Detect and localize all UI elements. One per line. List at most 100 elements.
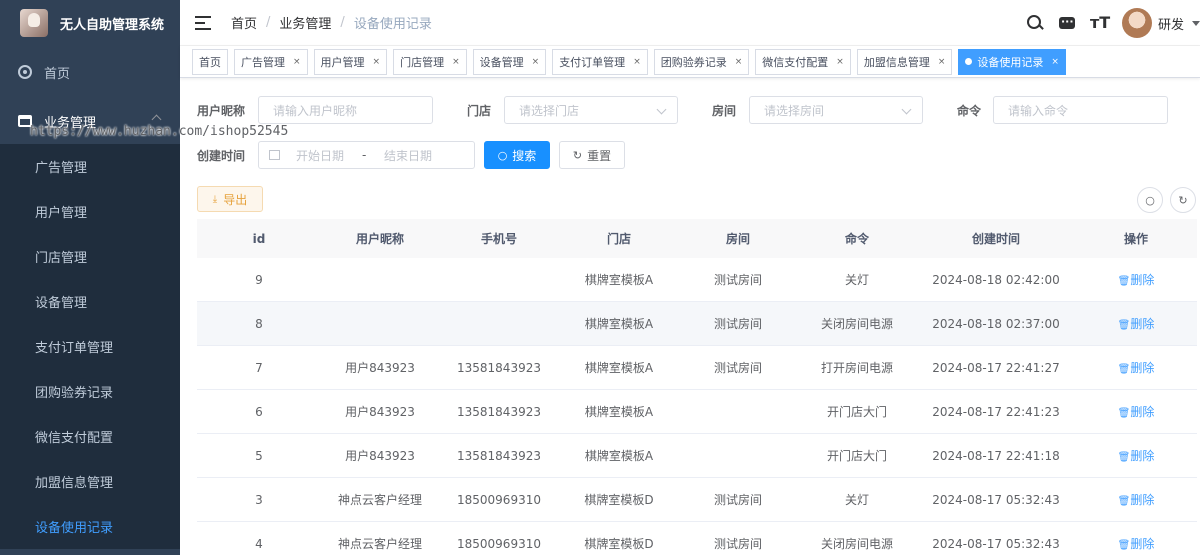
export-button[interactable]: ⤓ 导出 [197,186,263,212]
refresh-button[interactable]: ↻ [1170,187,1196,213]
tag[interactable]: 加盟信息管理 × [856,48,953,75]
close-icon[interactable]: × [293,57,301,67]
user-name[interactable]: 研发 [1158,14,1184,33]
search-form: 用户昵称 请输入用户昵称 门店 请选择门店 房间 请选择房间 命令 请输入命令 … [197,96,1187,186]
table-row[interactable]: 8 棋牌室模板A 测试房间 关闭房间电源 2024-08-18 02:37:00 🗑删除 [197,302,1197,346]
close-icon[interactable]: × [836,57,844,67]
cell-store: 棋牌室模板A [584,317,654,331]
cell-created: 2024-08-18 02:37:00 [932,316,1060,331]
search-icon[interactable] [1026,14,1044,32]
delete-button[interactable]: 🗑删除 [1118,361,1155,375]
column-header-store: 门店 [606,232,631,246]
delete-button-label: 删除 [1130,493,1155,507]
text-size-icon[interactable]: тT [1090,14,1110,32]
breadcrumb-separator: / [266,15,271,30]
delete-button[interactable]: 🗑删除 [1118,317,1155,331]
caret-down-icon[interactable] [1192,20,1200,26]
sidebar-item[interactable]: 设备使用记录 [0,504,180,549]
tag[interactable]: 设备使用记录 × [958,48,1066,75]
sidebar-item[interactable]: 门店管理 [0,234,180,279]
cell-nickname: 用户843923 [345,361,415,375]
table-row[interactable]: 5 用户843923 13581843923 棋牌室模板A 开门店大门 2024-08-1… [197,434,1197,478]
close-icon[interactable]: × [633,57,641,67]
cell-room: 测试房间 [713,361,762,375]
nickname-placeholder: 请输入用户昵称 [273,103,358,118]
sidebar-item[interactable]: 设备管理 [0,279,180,324]
command-placeholder: 请输入命令 [1008,103,1069,118]
avatar[interactable] [1121,8,1152,38]
breadcrumb-home[interactable]: 首页 [231,13,257,32]
date-range-picker[interactable]: 开始日期 - 结束日期 [258,141,475,169]
cell-store: 棋牌室模板D [584,537,654,551]
cell-actions: 🗑删除 [1075,271,1197,288]
cell-store: 棋牌室模板D [584,493,654,507]
tag[interactable]: 设备管理 × [472,48,547,75]
message-icon[interactable] [1058,14,1076,32]
sidebar-item[interactable]: 用户管理 [0,189,180,234]
command-input[interactable]: 请输入命令 [993,96,1168,124]
sidebar-item-label: 团购验券记录 [35,386,114,401]
trash-icon: 🗑 [1117,540,1131,551]
search-button[interactable]: ○ 搜索 [484,141,550,169]
room-select[interactable]: 请选择房间 [749,96,923,124]
tag[interactable]: 微信支付配置 × [755,48,851,75]
delete-button[interactable]: 🗑删除 [1118,273,1155,287]
tag-label: 用户管理 [320,55,365,69]
sidebar-item-home[interactable]: 首页 [0,46,180,98]
end-date-placeholder: 结束日期 [384,148,433,163]
tag[interactable]: 支付订单管理 × [552,48,648,75]
close-icon[interactable]: × [938,57,946,67]
breadcrumb-current: 设备使用记录 [353,17,432,32]
sidebar-item[interactable]: 团购验券记录 [0,369,180,414]
table-row[interactable]: 6 用户843923 13581843923 棋牌室模板A 开门店大门 2024-08-1… [197,390,1197,434]
hamburger-icon[interactable] [195,15,211,30]
reset-button-label: 重置 [587,148,612,163]
tag[interactable]: 门店管理 × [393,48,467,75]
cell-room: 测试房间 [713,493,762,507]
sidebar: 无人自助管理系统 首页 业务管理 广告管理 用户管理 门店管理 设备管理 支付订单管理团… [0,0,180,555]
sidebar-item[interactable]: 支付订单管理 [0,324,180,369]
download-icon: ⤓ [212,193,218,205]
close-icon[interactable]: × [373,57,381,67]
close-icon[interactable]: × [452,57,460,67]
table-row[interactable]: 7 用户843923 13581843923 棋牌室模板A 测试房间 打开房间电源 2024… [197,346,1197,390]
table-row[interactable]: 3 神点云客户经理 18500969310 棋牌室模板D 测试房间 关灯 2024-08-1… [197,478,1197,522]
delete-button[interactable]: 🗑删除 [1118,405,1155,419]
cell-phone: 13581843923 [457,404,541,419]
close-icon[interactable]: × [1051,57,1059,67]
column-header-command: 命令 [844,232,869,246]
sidebar-item[interactable]: 微信支付配置 [0,414,180,459]
delete-button-label: 删除 [1130,273,1155,287]
sidebar-item[interactable]: 加盟信息管理 [0,459,180,504]
chevron-down-icon [901,104,912,115]
cell-actions: 🗑删除 [1075,359,1197,376]
delete-button-label: 删除 [1130,537,1155,551]
delete-button[interactable]: 🗑删除 [1118,449,1155,463]
close-icon[interactable]: × [532,57,540,67]
delete-button[interactable]: 🗑删除 [1118,537,1155,551]
store-select[interactable]: 请选择门店 [504,96,678,124]
delete-button-label: 删除 [1130,317,1155,331]
toggle-search-button[interactable]: ○ [1137,187,1163,213]
tag-label: 设备管理 [479,55,524,69]
column-header-room: 房间 [725,232,750,246]
delete-button[interactable]: 🗑删除 [1118,493,1155,507]
logo[interactable]: 无人自助管理系统 [0,0,180,46]
close-icon[interactable]: × [735,57,743,67]
reset-button[interactable]: ↻ 重置 [559,141,625,169]
tag[interactable]: 首页 [192,48,228,75]
sidebar-item[interactable]: 广告管理 [0,144,180,189]
tag[interactable]: 团购验券记录 × [653,48,750,75]
tag[interactable]: 广告管理 × [234,48,308,75]
chevron-up-icon [151,114,162,125]
table-body: 9 棋牌室模板A 测试房间 关灯 2024-08-18 02:42:00 🗑删除 8 棋牌室模… [197,258,1197,555]
tag[interactable]: 用户管理 × [313,48,388,75]
table-row[interactable]: 9 棋牌室模板A 测试房间 关灯 2024-08-18 02:42:00 🗑删除 [197,258,1197,302]
cell-id: 7 [255,360,263,375]
start-date-placeholder: 开始日期 [296,148,345,163]
table-row[interactable]: 4 神点云客户经理 18500969310 棋牌室模板D 测试房间 关闭房间电源 2024-… [197,522,1197,555]
cell-command: 开门店大门 [826,405,887,419]
refresh-icon: ↻ [572,148,583,162]
nickname-input[interactable]: 请输入用户昵称 [258,96,433,124]
range-separator: - [362,148,367,162]
